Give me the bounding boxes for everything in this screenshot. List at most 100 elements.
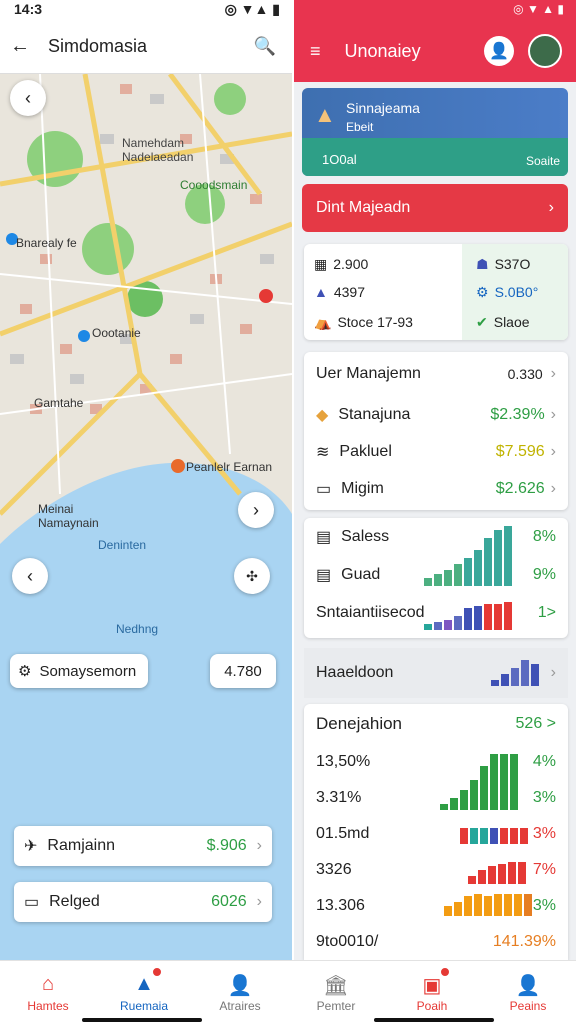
list-item-label: Stanajuna <box>338 405 411 423</box>
chevron-right-icon: › <box>548 199 554 216</box>
status-icons: ◎ ▼▲ ▮ <box>224 1 280 17</box>
list-item[interactable]: 9to0010/ 141.39% <box>304 924 568 960</box>
nav-label: Poaih <box>416 998 448 1013</box>
search-icon[interactable]: 🔍 <box>254 36 276 57</box>
home-icon: ⌂ <box>41 972 55 995</box>
nav-label: Pemter <box>316 998 356 1013</box>
red-action-bar[interactable]: Dint Majeadn › <box>302 184 568 232</box>
dashboard-screen: ◎ ▼ ▲ ▮ ≡ Unonaiey 👤 ▲ Sinnajeama Ebeit … <box>294 0 576 960</box>
list-item[interactable]: ▭ Migim $2.626 › <box>304 470 568 507</box>
summary-row[interactable]: Haaeldoon › <box>304 648 568 698</box>
list-item[interactable]: ▭ Relged 6026 › <box>14 882 272 922</box>
back-icon[interactable]: ← <box>10 35 30 58</box>
nav-item-map[interactable]: ▲ Ruemaia <box>96 961 192 1024</box>
chevron-left-icon: ‹ <box>25 87 31 108</box>
map-label: Bnarealy fe <box>16 236 77 250</box>
chevron-right-icon: › <box>550 365 556 382</box>
diamond-icon: ◆ <box>316 406 329 424</box>
stat-item: ✔ Slaoe <box>476 314 530 331</box>
tent-icon: ▲ <box>314 284 328 300</box>
back-map-button[interactable]: ‹ <box>10 80 46 116</box>
app-bar: ← Simdomasia 🔍 <box>0 20 292 74</box>
summary-bar-chart <box>490 660 539 686</box>
home-indicator <box>82 1018 202 1022</box>
list-item-value: $.906 <box>206 837 247 854</box>
prev-button[interactable]: ‹ <box>12 558 48 594</box>
chevron-right-icon: › <box>253 499 259 520</box>
stat-value: 2.900 <box>333 256 369 272</box>
card-title: Denejahion <box>316 714 403 733</box>
nav-item-attractions[interactable]: 👤 Atraires <box>192 961 288 1024</box>
status-bar: ◎ ▼ ▲ ▮ <box>294 0 576 20</box>
list-item[interactable]: ≋ Pakluel $7.596 › <box>304 433 568 470</box>
list-item[interactable]: 13,50% 4% <box>304 744 568 780</box>
chevron-right-icon: › <box>550 664 556 681</box>
list-item[interactable]: 3.31% 3% <box>304 780 568 816</box>
segment-bar-chart <box>424 602 512 630</box>
menu-icon[interactable]: ≡ <box>310 41 321 62</box>
map-label: Oootanie <box>92 326 141 340</box>
bottom-nav: ⌂ Hamtes ▲ Ruemaia 👤 Atraires 🏛 Pemter ▣… <box>0 960 576 1024</box>
avatar[interactable] <box>528 34 562 68</box>
stat-value: S37O <box>494 256 531 272</box>
list-item-value: 8% <box>532 528 556 545</box>
stat-item: ▲ 4397 <box>314 284 365 300</box>
user-icon[interactable]: 👤 <box>484 36 514 66</box>
pin-icon: ✈ <box>24 838 38 855</box>
list-item-label: Ramjainn <box>47 837 115 854</box>
layers-icon: ≋ <box>316 443 330 461</box>
building-icon: 🏛 <box>323 974 349 997</box>
nav-label: Peains <box>509 998 547 1013</box>
page-title: Simdomasia <box>48 36 148 56</box>
stat-value: Slaoe <box>493 314 530 330</box>
page-title: Unonaiey <box>344 40 421 61</box>
stats-card: ▦ 2.900 ▲ 4397 ⛺ Stoce 17-93 ☗ S37O ⚙ S.0B0° … <box>304 244 568 340</box>
list-item[interactable]: 3326 7% <box>304 852 568 888</box>
list-item-value: 9% <box>532 566 556 583</box>
stat-value: Stoce 17-93 <box>337 314 413 330</box>
dev-bar-chart-mixed <box>460 826 528 844</box>
map-label: Meinai Namaynain <box>38 502 99 530</box>
nav-item-work[interactable]: ▣ Poaih <box>384 961 480 1024</box>
card-header[interactable]: Denejahion 526 > <box>304 704 568 744</box>
card-title-value: 526 > <box>515 715 556 732</box>
banner-right-text: Soaite <box>525 154 560 168</box>
chevron-right-icon: › <box>550 442 556 460</box>
list-item[interactable]: ◆ Stanajuna $2.39% › <box>304 396 568 433</box>
stat-item: ⚙ S.0B0° <box>476 284 538 301</box>
list-item[interactable]: 01.5md 3% <box>304 816 568 852</box>
red-bar-label: Dint Majeadn <box>316 199 411 216</box>
banner-title: Sinnajeama <box>346 100 420 116</box>
home-indicator <box>374 1018 494 1022</box>
stat-item: ☗ S37O <box>476 256 530 273</box>
list-item-value: 6026 <box>211 893 247 910</box>
nav-label: Ruemaia <box>119 998 169 1013</box>
person-icon: 👤 <box>515 974 541 997</box>
chevron-right-icon: › <box>256 893 262 910</box>
nav-item-profile[interactable]: 👤 Peains <box>480 961 576 1024</box>
person-icon: 👤 <box>227 974 253 997</box>
next-button[interactable]: › <box>238 492 274 528</box>
search-chip[interactable]: ⚙ Somaysemorn <box>10 654 148 688</box>
list-item-value: $2.39% <box>490 405 545 423</box>
development-card: Denejahion 526 > 13,50% 4% 3.31% 3% 01.5… <box>304 704 568 960</box>
value-chip[interactable]: 4.780 <box>210 654 276 688</box>
folder-icon: ▭ <box>24 894 40 911</box>
nav-item-home[interactable]: ⌂ Hamtes <box>0 961 96 1024</box>
locate-button[interactable]: ✣ <box>234 558 270 594</box>
banner-subtitle: Ebeit <box>346 120 374 134</box>
building-icon: ▦ <box>314 256 328 272</box>
list-item-label: Relged <box>49 893 100 910</box>
banner-card[interactable]: ▲ Sinnajeama Ebeit 1O0al Soaite <box>302 88 568 176</box>
list-item[interactable]: ✈ Ramjainn $.906 › <box>14 826 272 866</box>
chevron-right-icon: › <box>550 405 556 423</box>
value-chip-label: 4.780 <box>224 662 262 680</box>
list-item-value: 7% <box>532 861 556 878</box>
nav-item-center[interactable]: 🏛 Pemter <box>288 961 384 1024</box>
card-header[interactable]: Uer Manajemn 0.330 › <box>304 352 568 396</box>
compass-icon: ✣ <box>246 567 258 584</box>
status-time: 14:3 <box>14 1 43 17</box>
map-label: Deninten <box>98 538 147 552</box>
list-item-value: 3% <box>532 789 556 806</box>
map-label: Peanlelr Earnan <box>186 460 273 474</box>
